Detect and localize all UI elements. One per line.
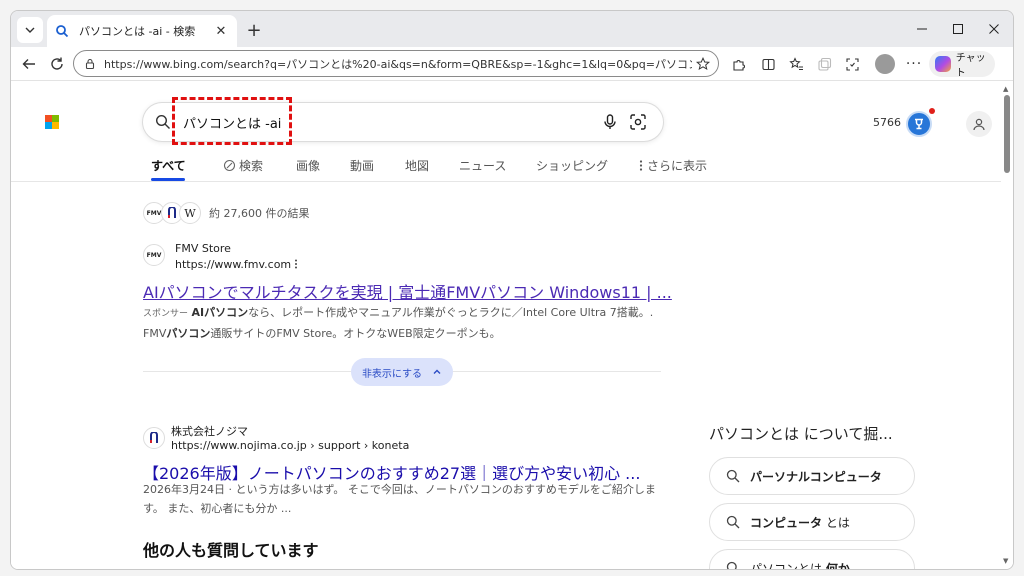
rewards-trophy-icon[interactable]: [906, 111, 932, 137]
scroll-up-icon[interactable]: ▲: [1003, 85, 1008, 93]
extensions-icon[interactable]: [727, 53, 749, 75]
related-search-rest: とは: [822, 515, 850, 530]
related-search-bold: 何か: [825, 561, 850, 570]
related-search-text: パーソナルコンピュータ: [750, 468, 882, 485]
rewards-points[interactable]: 5766: [873, 116, 901, 129]
related-search-item[interactable]: コンピュータ とは: [709, 503, 915, 541]
tab-news[interactable]: ニュース: [459, 157, 506, 174]
maximize-icon[interactable]: [945, 19, 971, 39]
url-text[interactable]: https://www.bing.com/search?q=パソコンとは%20-…: [104, 56, 692, 72]
profile-avatar[interactable]: [875, 54, 895, 74]
tab-maps[interactable]: 地図: [405, 157, 429, 174]
ad-site-url[interactable]: https://www.fmv.com: [175, 258, 298, 271]
ad-site-name[interactable]: FMV Store: [175, 242, 231, 255]
fmv-favicon[interactable]: FMV: [143, 244, 165, 266]
ad-result-title[interactable]: AIパソコンでマルチタスクを実現 | 富士通FMVパソコン Windows11 …: [143, 279, 672, 303]
copilot-label: チャット: [955, 53, 986, 79]
organic-site-url[interactable]: https://www.nojima.co.jp › support › kon…: [171, 439, 409, 452]
microsoft-logo-icon[interactable]: [45, 115, 59, 129]
search-icon: [726, 469, 740, 483]
tab-actions-button[interactable]: [17, 17, 43, 43]
tab-bar: パソコンとは -ai - 検索 ✕ +: [11, 11, 1013, 47]
snippet-bold: AIパソコン: [191, 306, 249, 319]
browser-window: パソコンとは -ai - 検索 ✕ + https://www.bing.com…: [10, 10, 1014, 570]
related-search-bold: コンピュータ: [750, 515, 823, 530]
new-tab-button[interactable]: +: [243, 19, 265, 41]
hide-ad-button[interactable]: 非表示にする: [351, 358, 453, 386]
highlight-annotation-box: [172, 97, 292, 145]
microphone-icon[interactable]: [601, 113, 619, 131]
back-icon[interactable]: [17, 52, 41, 76]
nojima-favicon[interactable]: [143, 427, 165, 449]
screenshot-icon[interactable]: [841, 53, 863, 75]
scrollbar-thumb[interactable]: [1004, 95, 1010, 173]
related-search-item[interactable]: パソコンとは 何か: [709, 549, 915, 570]
search-icon: [726, 561, 737, 569]
favorites-icon[interactable]: [785, 53, 807, 75]
source-logo-wikipedia[interactable]: W: [179, 202, 201, 224]
more-options-icon[interactable]: ···: [903, 53, 925, 75]
tab-videos[interactable]: 動画: [350, 157, 374, 174]
related-search-bold: パーソナルコンピュータ: [750, 469, 882, 484]
tab-active[interactable]: パソコンとは -ai - 検索 ✕: [47, 15, 237, 47]
chevron-down-icon: [25, 27, 35, 33]
tab-more-label: さらに表示: [647, 159, 708, 173]
copilot-search-icon: [223, 159, 236, 172]
close-icon[interactable]: ✕: [211, 21, 231, 41]
page-scrollbar[interactable]: ▲ ▼: [999, 81, 1013, 569]
result-count: 約 27,600 件の結果: [209, 207, 310, 220]
minimize-icon[interactable]: [909, 19, 935, 39]
tab-more[interactable]: さらに表示: [639, 157, 707, 174]
tab-title: パソコンとは -ai - 検索: [79, 25, 196, 38]
tab-copilot-search[interactable]: 検索: [223, 157, 263, 174]
tab-shopping[interactable]: ショッピング: [536, 157, 608, 174]
search-icon: [726, 515, 740, 529]
split-screen-icon[interactable]: [757, 53, 779, 75]
nav-divider: [11, 181, 1001, 182]
tab-images[interactable]: 画像: [296, 157, 320, 174]
more-vertical-icon: [639, 160, 643, 171]
search-icon[interactable]: [155, 114, 171, 130]
organic-result-snippet: 2026年3月24日 · という方は多いはず。 そこで今回は、ノートパソコンのお…: [143, 480, 656, 518]
related-search-text: コンピュータ とは: [750, 514, 850, 531]
snippet-text: なら、レポート作成やマニュアル作業がぐっとラクに／Intel Core Ultr…: [248, 306, 654, 319]
ad-site-url-text: https://www.fmv.com: [175, 258, 292, 271]
related-searches-heading: パソコンとは について掘...: [709, 425, 893, 443]
copilot-chat-button[interactable]: チャット: [929, 51, 995, 79]
hide-ad-label: 非表示にする: [361, 368, 423, 380]
favorite-star-icon[interactable]: [692, 53, 714, 75]
snippet-text: 通販サイトのFMV Store。オトクなWEB限定クーポンも。: [210, 327, 501, 340]
bing-results-page: パソコンとは -ai 5766 すべて 検索 画像 動画 地図 ニュース ショッ…: [11, 81, 1013, 570]
snippet-text: 2026年3月24日 · という方は多いはず。 そこで今回は、ノートパソコンのお…: [143, 483, 656, 496]
reload-icon[interactable]: [45, 52, 69, 76]
related-search-pre: パソコンとは: [750, 561, 826, 570]
visual-search-icon[interactable]: [629, 113, 647, 131]
sources-row: FMV W 約 27,600 件の結果: [143, 202, 309, 224]
search-icon: [55, 23, 71, 39]
more-vertical-icon[interactable]: [294, 259, 298, 269]
snippet-text: す。 また、初心者にも分か ...: [143, 502, 292, 515]
tab-copilot-search-label: 検索: [239, 159, 264, 173]
browser-toolbar: https://www.bing.com/search?q=パソコンとは%20-…: [11, 47, 1013, 81]
window-close-icon[interactable]: [981, 19, 1007, 39]
account-icon[interactable]: [966, 111, 992, 137]
snippet-bold: パソコン: [166, 327, 211, 340]
tab-all[interactable]: すべて: [151, 157, 186, 174]
copilot-icon: [935, 56, 951, 72]
people-also-ask-heading: 他の人も質問しています: [143, 541, 319, 560]
chevron-up-icon: [433, 369, 441, 374]
ad-result-snippet: スポンサー AIパソコンなら、レポート作成やマニュアル作業がぐっとラクに／Int…: [143, 303, 653, 343]
collections-icon[interactable]: [813, 53, 835, 75]
related-search-item[interactable]: パーソナルコンピュータ: [709, 457, 915, 495]
snippet-text: FMV: [143, 327, 167, 340]
address-bar[interactable]: https://www.bing.com/search?q=パソコンとは%20-…: [73, 50, 719, 77]
sponsor-label: スポンサー: [143, 309, 189, 319]
related-search-text: パソコンとは 何か: [750, 560, 850, 570]
scroll-down-icon[interactable]: ▼: [1003, 557, 1008, 565]
organic-site-name[interactable]: 株式会社ノジマ: [171, 423, 248, 439]
site-info-icon[interactable]: [84, 58, 96, 70]
rewards-notification-dot: [929, 108, 935, 114]
